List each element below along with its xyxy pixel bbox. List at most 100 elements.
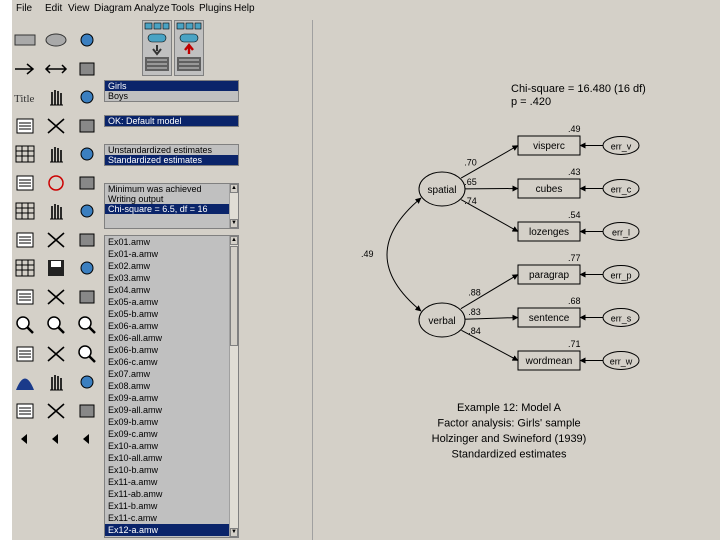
file-item[interactable]: Ex03.amw	[105, 272, 229, 284]
file-item[interactable]: Ex08.amw	[105, 380, 229, 392]
deselect-all-icon[interactable]	[74, 114, 100, 138]
menu-edit[interactable]: Edit	[45, 3, 62, 14]
loupe-icon[interactable]	[74, 342, 100, 366]
file-item[interactable]: Ex09-a.amw	[105, 392, 229, 404]
drawing-area[interactable]: Chi-square = 16.480 (16 df)p = .420vispe…	[312, 20, 720, 540]
view-output-diagram-icon	[175, 21, 203, 75]
menu-help[interactable]: Help	[234, 3, 255, 14]
multiple-group-icon[interactable]	[43, 370, 69, 394]
path-arrow-icon[interactable]	[12, 57, 38, 81]
specification-search-icon[interactable]	[74, 370, 100, 394]
touch-up-icon[interactable]	[74, 199, 100, 223]
file-item[interactable]: Ex09-all.amw	[105, 404, 229, 416]
view-output-button[interactable]	[174, 20, 204, 76]
scroll-up-icon[interactable]: ▲	[230, 184, 238, 193]
file-item[interactable]: Ex11-ab.amw	[105, 488, 229, 500]
file-item[interactable]: Ex09-c.amw	[105, 428, 229, 440]
duplicate-icon[interactable]	[12, 142, 38, 166]
model-item[interactable]: OK: Default model	[105, 116, 238, 126]
file-item[interactable]: Ex09-b.amw	[105, 416, 229, 428]
small-left-arrow-icon[interactable]	[43, 427, 69, 451]
undo-icon[interactable]	[12, 399, 38, 423]
menu-plugins[interactable]: Plugins	[199, 3, 232, 14]
file-item[interactable]: Ex06-c.amw	[105, 356, 229, 368]
small-left-arrow-icon[interactable]	[12, 427, 38, 451]
menu-tools[interactable]: Tools	[171, 3, 194, 14]
file-item[interactable]: Ex05-b.amw	[105, 308, 229, 320]
menu-diagram[interactable]: Diagram	[94, 3, 132, 14]
fit-page-icon[interactable]	[43, 342, 69, 366]
file-item[interactable]: Ex06-a.amw	[105, 320, 229, 332]
small-left-arrow-icon[interactable]	[74, 427, 100, 451]
file-item[interactable]: Ex02.amw	[105, 260, 229, 272]
menu-file[interactable]: File	[16, 3, 32, 14]
reflect-icon[interactable]	[74, 171, 100, 195]
error-label: err_v	[611, 142, 632, 152]
object-properties-icon[interactable]	[12, 285, 38, 309]
title-icon[interactable]: Title	[12, 85, 38, 109]
select-all-icon[interactable]	[43, 114, 69, 138]
save-icon[interactable]	[43, 256, 69, 280]
select-one-icon[interactable]	[12, 114, 38, 138]
zoom-out-icon[interactable]	[74, 313, 100, 337]
file-item[interactable]: Ex06-b.amw	[105, 344, 229, 356]
covariance-arrow-icon[interactable]	[43, 57, 69, 81]
binoculars-icon[interactable]	[74, 399, 100, 423]
analysis-properties-icon[interactable]	[43, 228, 69, 252]
caption-line: Holzinger and Swineford (1939)	[432, 433, 587, 445]
loading-label: .65	[464, 177, 477, 187]
variable-list-icon[interactable]	[43, 85, 69, 109]
page-view-icon[interactable]	[12, 342, 38, 366]
preserve-symmetry-icon[interactable]	[74, 285, 100, 309]
zoom-in-icon[interactable]	[12, 313, 38, 337]
group-item[interactable]: Boys	[105, 91, 238, 101]
file-item[interactable]: Ex10-b.amw	[105, 464, 229, 476]
files-scrollbar[interactable]: ▲ ▼	[229, 236, 238, 537]
print-icon[interactable]	[74, 256, 100, 280]
file-item[interactable]: Ex07.amw	[105, 368, 229, 380]
view-text-icon[interactable]	[12, 256, 38, 280]
ellipse-icon[interactable]	[43, 28, 69, 52]
erase-icon[interactable]	[74, 142, 100, 166]
calculate-estimates-icon[interactable]	[74, 228, 100, 252]
messages-scrollbar[interactable]: ▲ ▼	[229, 184, 238, 228]
observed-label: wordmean	[525, 356, 573, 367]
data-file-icon[interactable]	[12, 228, 38, 252]
shape-change-icon[interactable]	[12, 171, 38, 195]
file-item[interactable]: Ex11-a.amw	[105, 476, 229, 488]
file-item[interactable]: Ex01-a.amw	[105, 248, 229, 260]
indicator-icon[interactable]	[74, 28, 100, 52]
zoom-icon[interactable]	[43, 313, 69, 337]
menu-view[interactable]: View	[68, 3, 90, 14]
file-item[interactable]: Ex11-b.amw	[105, 500, 229, 512]
scroll-down-icon[interactable]: ▼	[230, 528, 238, 537]
file-item[interactable]: Ex10-all.amw	[105, 452, 229, 464]
format-item[interactable]: Standardized estimates	[105, 155, 238, 165]
move-parameter-icon[interactable]	[12, 199, 38, 223]
move-icon[interactable]	[43, 142, 69, 166]
view-input-button[interactable]	[142, 20, 172, 76]
scroll-icon[interactable]	[43, 199, 69, 223]
group-item[interactable]: Girls	[105, 81, 238, 91]
redo-icon[interactable]	[43, 399, 69, 423]
scroll-thumb[interactable]	[230, 246, 238, 346]
format-item[interactable]: Unstandardized estimates	[105, 145, 238, 155]
scroll-up-icon[interactable]: ▲	[230, 236, 238, 245]
bayesian-icon[interactable]	[12, 370, 38, 394]
file-item[interactable]: Ex11-c.amw	[105, 512, 229, 524]
data-set-list-icon[interactable]	[74, 85, 100, 109]
file-item[interactable]: Ex12-a.amw	[105, 524, 229, 536]
scroll-down-icon[interactable]: ▼	[230, 219, 238, 228]
menu-analyze[interactable]: Analyze	[134, 3, 170, 14]
file-item[interactable]: Ex04.amw	[105, 284, 229, 296]
rotate-icon[interactable]	[43, 171, 69, 195]
latent-label: verbal	[428, 316, 455, 327]
amos-window: File Edit View Diagram Analyze Tools Plu…	[12, 0, 720, 540]
rectangle-icon[interactable]	[12, 28, 38, 52]
file-item[interactable]: Ex10-a.amw	[105, 440, 229, 452]
unique-variable-icon[interactable]	[74, 57, 100, 81]
file-item[interactable]: Ex01.amw	[105, 236, 229, 248]
file-item[interactable]: Ex06-all.amw	[105, 332, 229, 344]
drag-properties-icon[interactable]	[43, 285, 69, 309]
file-item[interactable]: Ex05-a.amw	[105, 296, 229, 308]
